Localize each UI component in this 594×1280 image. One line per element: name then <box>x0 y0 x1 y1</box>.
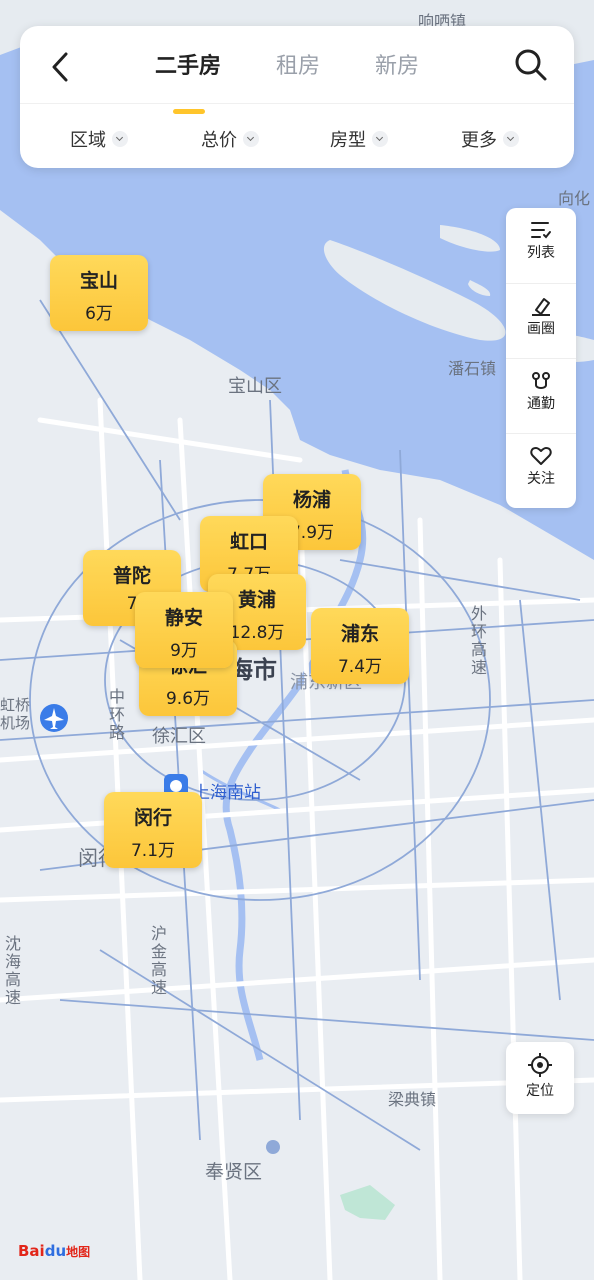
logo-text: Bai <box>18 1242 45 1260</box>
tool-label: 列表 <box>527 245 555 261</box>
marker-name: 浦东 <box>340 623 379 645</box>
tool-list[interactable]: 列表 <box>506 208 576 283</box>
filter-label: 区域 <box>70 130 106 151</box>
search-icon[interactable] <box>514 48 548 82</box>
chevron-down-icon <box>243 131 259 147</box>
map-label-xianghua: 向化 <box>558 189 591 208</box>
marker-name: 宝山 <box>79 270 118 292</box>
map-label-liangdian: 梁典镇 <box>388 1090 437 1109</box>
draw-circle-icon <box>532 298 550 316</box>
marker-minhang[interactable]: 闵行 7.1万 <box>104 792 202 868</box>
list-icon <box>531 222 551 239</box>
filter-label: 更多 <box>461 130 497 151</box>
map-label-xuhui-district: 徐汇区 <box>152 726 206 747</box>
locate-button[interactable]: 定位 <box>506 1042 574 1114</box>
map-label-baoshan-district: 宝山区 <box>228 376 282 397</box>
commute-icon <box>532 372 550 389</box>
map-label-fengxian: 奉贤区 <box>205 1161 263 1183</box>
tool-label: 画圈 <box>527 321 555 337</box>
filter-more[interactable]: 更多 <box>461 126 519 152</box>
airport-icon <box>40 704 68 732</box>
tool-draw-circle[interactable]: 画圈 <box>506 283 576 359</box>
logo-text-2: du <box>44 1242 67 1260</box>
filter-layout[interactable]: 房型 <box>330 126 388 152</box>
map-label-panshi: 潘石镇 <box>448 359 497 378</box>
filter-price[interactable]: 总价 <box>201 126 259 152</box>
map-label-outer-ring: 外环高速 <box>468 605 487 677</box>
filter-label: 房型 <box>330 130 366 151</box>
chevron-down-icon <box>503 131 519 147</box>
marker-price: 9.6万 <box>165 689 211 709</box>
marker-price: 7.4万 <box>337 657 383 677</box>
locate-label: 定位 <box>526 1083 554 1099</box>
filter-region[interactable]: 区域 <box>70 126 128 152</box>
filter-label: 总价 <box>201 130 237 151</box>
tab-new-house[interactable]: 新房 <box>375 48 419 80</box>
top-bar: 二手房 租房 新房 区域 总价 房型 更多 <box>20 26 574 168</box>
map-label-middle-ring: 中环路 <box>106 688 125 742</box>
marker-price: 7.1万 <box>130 841 176 861</box>
locate-icon <box>528 1053 552 1077</box>
marker-price: 9万 <box>170 641 198 661</box>
marker-baoshan[interactable]: 宝山 6万 <box>50 255 148 331</box>
logo-text-3: 地图 <box>66 1245 91 1259</box>
back-icon[interactable] <box>46 50 76 84</box>
active-tab-indicator <box>173 109 205 114</box>
tool-label: 关注 <box>527 471 555 487</box>
map-label-shenhai: 沈海高速 <box>2 935 21 1007</box>
marker-name: 普陀 <box>112 565 151 587</box>
metro-icon <box>266 1140 280 1154</box>
chevron-down-icon <box>372 131 388 147</box>
heart-icon <box>530 447 552 465</box>
marker-name: 杨浦 <box>292 489 331 511</box>
marker-jingan[interactable]: 静安 9万 <box>135 592 233 668</box>
baidu-map-logo: Baidu地图 <box>18 1242 90 1260</box>
marker-price: 6万 <box>85 304 113 324</box>
tab-second-hand[interactable]: 二手房 <box>155 48 221 80</box>
map-label-hongqiao: 虹桥机场 <box>0 696 31 732</box>
tab-rent[interactable]: 租房 <box>276 48 320 80</box>
marker-pudong[interactable]: 浦东 7.4万 <box>311 608 409 684</box>
marker-name: 闵行 <box>133 807 172 829</box>
marker-name: 虹口 <box>229 531 268 553</box>
chevron-down-icon <box>112 131 128 147</box>
divider <box>20 103 574 104</box>
map-label-shanghai-south: 上海南站 <box>193 783 261 803</box>
tool-label: 通勤 <box>527 396 555 412</box>
map-toolbar: 列表 画圈 通勤 关注 <box>506 208 576 508</box>
map-label-hujin: 沪金高速 <box>148 925 167 997</box>
tool-commute[interactable]: 通勤 <box>506 358 576 434</box>
marker-name: 静安 <box>164 607 203 629</box>
tool-favorite[interactable]: 关注 <box>506 433 576 509</box>
